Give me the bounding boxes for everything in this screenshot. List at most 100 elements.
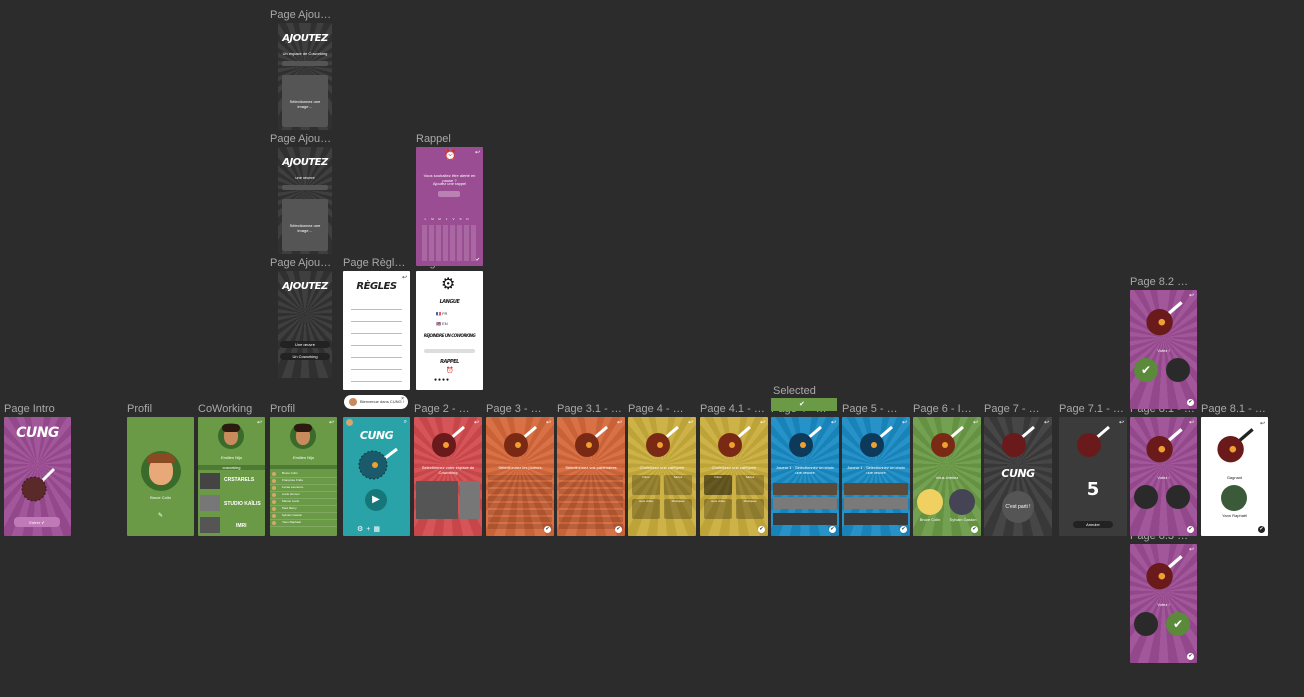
label-page-ajout-1[interactable]: Page Ajou… [270,9,334,22]
name-input[interactable] [282,61,328,66]
social-icons[interactable]: ●●●● [434,377,450,383]
check-icon[interactable]: ✔ [1187,653,1194,660]
check-icon[interactable]: ✔ [900,526,907,533]
coworking-item-1[interactable]: CRSTARELS [224,477,254,483]
back-icon[interactable]: ↩ [902,420,907,426]
welcome-tooltip[interactable]: Bienvenue dans CUNG ! × [344,395,408,409]
start-button[interactable]: C'est parti ! [1002,491,1034,523]
enter-button[interactable]: Entrer ✔ [14,517,60,527]
search-icon[interactable]: ⌕ [404,419,407,426]
label-page-7[interactable]: Page 7 - … [984,403,1052,416]
player-2-avatar[interactable] [949,489,975,515]
player-1-avatar[interactable] [917,489,943,515]
label-page-7-1[interactable]: Page 7.1 - … [1059,403,1125,416]
frame-page-7-1[interactable]: ↩ 5 Annuler [1059,417,1127,536]
close-icon[interactable]: × [401,396,404,402]
label-page-2[interactable]: Page 2 - … [414,403,482,416]
category-music[interactable]: Musiques [664,499,692,519]
category-games[interactable]: Jeux vidéo [704,499,732,519]
frame-page-3[interactable]: ↩ Sélectionnez les joueurs ✔ [486,417,554,536]
check-icon[interactable]: ✔ [1187,399,1194,406]
back-icon[interactable]: ↩ [831,420,836,426]
category-games[interactable]: Jeux vidéo [632,499,660,519]
list-item[interactable]: Lucas Laurence [270,485,337,492]
list-item[interactable]: Yann Raphaël [270,520,337,527]
vote-player-2[interactable] [1166,358,1190,382]
play-button[interactable]: ▶ [365,489,387,511]
category-films[interactable]: Films [632,475,660,495]
add-oeuvre-button[interactable]: Une œuvre [280,341,330,348]
label-page-ajout-3[interactable]: Page Ajou… [270,257,334,270]
back-icon[interactable]: ↩ [617,420,622,426]
frame-page-intro[interactable]: CUNG Entrer ✔ [4,417,71,536]
label-page-8-1b[interactable]: Page 8.1 - … [1201,403,1269,416]
label-page-3-1[interactable]: Page 3.1 - … [557,403,625,416]
back-icon[interactable]: ↩ [973,420,978,426]
movie-option[interactable] [844,497,908,509]
image-upload[interactable]: Sélectionnez une image… [282,75,328,127]
list-item[interactable]: Paul Rémy [270,506,337,513]
frame-page-4[interactable]: ↩ Choisissez une catégorie Films Séries … [628,417,696,536]
movie-option[interactable] [844,483,908,495]
back-icon[interactable]: ↩ [1189,420,1194,426]
vote-player-1[interactable]: ✔ [1134,358,1158,382]
coworking-item-2[interactable]: STUDIO KAÏLIS [224,501,261,507]
frame-profil-2[interactable]: ↩ Emilien Nijo Bruce Colin Françoise Fri… [270,417,337,536]
frame-coworking[interactable]: ↩ Emilien Nijo coworking CRSTARELS STUDI… [198,417,265,536]
label-page-6[interactable]: Page 6 - I… [913,403,981,416]
category-series[interactable]: Séries [736,475,764,495]
vote-player-1[interactable] [1134,485,1158,509]
check-icon[interactable]: ✔ [1258,526,1265,533]
category-series[interactable]: Séries [664,475,692,495]
frame-page-5b[interactable]: ↩ Joueur 1 : Sélectionnez un choix une œ… [842,417,910,536]
movie-option[interactable] [773,483,837,495]
frame-page-8-1b[interactable]: ↩ Gagnant Yann Raphaël ✔ [1201,417,1268,536]
movie-option[interactable] [773,497,837,509]
back-icon[interactable]: ↩ [474,420,479,426]
frame-profil-1[interactable]: Bruce Colin ✎ [127,417,194,536]
list-item[interactable]: Manon Lucie [270,499,337,506]
lang-en[interactable]: 🇬🇧 EN [436,321,448,326]
section-tab[interactable]: coworking [198,465,265,470]
label-profil-2[interactable]: Profil [270,403,334,416]
vote-player-1[interactable] [1134,612,1158,636]
check-icon[interactable]: ✔ [1187,526,1194,533]
back-icon[interactable]: ↩ [1044,420,1049,426]
back-icon[interactable]: ↩ [475,150,480,156]
label-profil-1[interactable]: Profil [127,403,191,416]
label-page-4[interactable]: Page 4 - … [628,403,696,416]
check-icon[interactable]: ✔ [758,526,765,533]
frame-rappel[interactable]: ↩ ⏰ Vous souhaitez être alerté en pause … [416,147,483,266]
edit-icon[interactable]: ✎ [158,512,163,519]
back-icon[interactable]: ↩ [257,420,262,426]
lang-fr[interactable]: 🇫🇷 FR [436,311,447,316]
vote-player-2[interactable]: ✔ [1166,612,1190,636]
label-page-ajout-2[interactable]: Page Ajou… [270,133,334,146]
label-coworking[interactable]: CoWorking [198,403,262,416]
check-icon[interactable]: ✔ [829,526,836,533]
frame-page-8-2[interactable]: ↩ Votez ! ✔ ✔ [1130,290,1197,409]
category-films[interactable]: Films [704,475,732,495]
list-item[interactable]: Lucie Hémon [270,492,337,499]
frame-page-regles[interactable]: ↩ RÈGLES [343,271,410,390]
check-icon[interactable]: ✔ [476,257,480,263]
frame-page-8-3[interactable]: ↩ Votez ! ✔ ✔ [1130,544,1197,663]
frame-page-ajout-3[interactable]: AJOUTEZ Une œuvre Un Coworking [278,271,332,378]
partner-list[interactable] [559,475,623,531]
check-icon[interactable]: ✔ [615,526,622,533]
check-icon[interactable]: ✔ [544,526,551,533]
frame-page-4-1[interactable]: ↩ Choisissez une catégorie Films Séries … [700,417,768,536]
movie-option[interactable] [773,513,837,525]
coworking-code-input[interactable] [424,349,475,353]
coworking-item-3[interactable]: IMRI [236,523,247,529]
movie-option[interactable] [844,513,908,525]
frame-page-1[interactable]: ⌕ CUNG ▶ ⚙+▦ [343,417,410,536]
back-icon[interactable]: ↩ [546,420,551,426]
coworking-photo[interactable] [460,481,480,519]
back-icon[interactable]: ↩ [1189,547,1194,553]
frame-page-ajout-1[interactable]: AJOUTEZ Un espace de Coworking Sélection… [278,23,332,130]
list-item[interactable]: Sylvain Gaston [270,513,337,520]
back-icon[interactable]: ↩ [1189,293,1194,299]
list-item[interactable]: Bruce Colin [270,471,337,478]
image-upload[interactable]: Sélectionnez une image… [282,199,328,251]
